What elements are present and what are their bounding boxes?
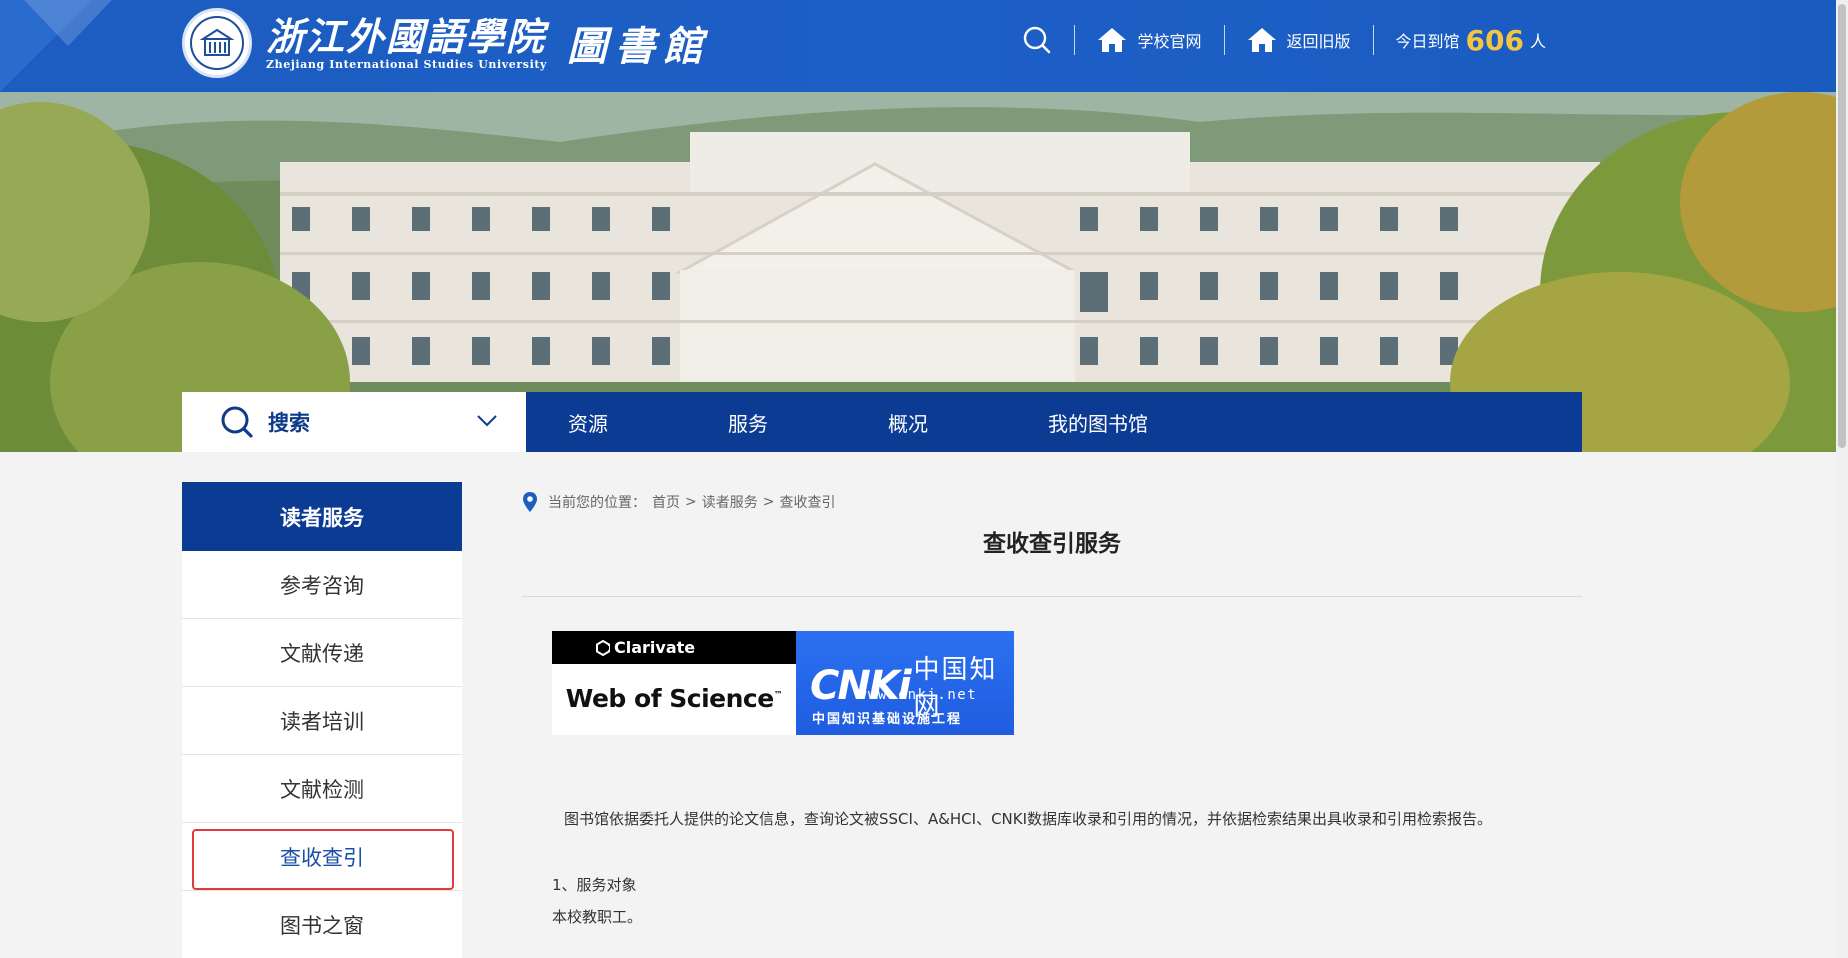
breadcrumb: 当前您的位置： 首页 > 读者服务 > 查收查引 <box>522 482 1582 522</box>
main-nav: 搜索 资源 服务 概况 我的图书馆 <box>182 392 1582 452</box>
old-version-label: 返回旧版 <box>1286 32 1351 51</box>
nav-item-my-library[interactable]: 我的图书馆 <box>1048 408 1148 437</box>
sidebar-item-label: 图书之窗 <box>280 913 364 938</box>
sidebar-item-label: 文献检测 <box>280 777 364 802</box>
cnki-subtitle: 中国知识基础设施工程 <box>812 712 963 727</box>
breadcrumb-prefix: 当前您的位置： <box>548 495 646 511</box>
cnki-url: www.cnki.net <box>858 687 978 703</box>
breadcrumb-separator: > <box>685 494 697 510</box>
location-pin-icon <box>523 492 537 512</box>
intro-paragraph: 图书馆依据委托人提供的论文信息，查询论文被SSCI、A&HCI、CNKI数据库收… <box>564 810 1493 828</box>
divider <box>522 596 1582 597</box>
library-title: 圖書館 <box>567 23 712 70</box>
header-decoration <box>24 0 112 46</box>
site-header: 浙江外國語學院 Zhejiang International Studies U… <box>0 0 1836 92</box>
breadcrumb-home[interactable]: 首页 <box>652 492 680 512</box>
school-website-label: 学校官网 <box>1137 32 1202 51</box>
page-title: 查收查引服务 <box>983 531 1121 557</box>
nav-search-dropdown[interactable]: 搜索 <box>182 392 526 452</box>
breadcrumb-separator: > <box>762 494 775 510</box>
sidebar-item-label: 参考咨询 <box>280 573 364 598</box>
nav-item-resources[interactable]: 资源 <box>568 408 608 437</box>
school-name-en: Zhejiang International Studies Universit… <box>266 58 548 71</box>
sidebar: 读者服务 参考咨询 文献传递 读者培训 文献检测 查收查引 图书之窗 <box>182 482 462 958</box>
sidebar-item-label: 文献传递 <box>280 641 364 666</box>
main-content: 当前您的位置： 首页 > 读者服务 > 查收查引 查收查引服务 Clarivat… <box>522 482 1582 926</box>
page: 浙江外國語學院 Zhejiang International Studies U… <box>0 0 1848 958</box>
nav-item-services[interactable]: 服务 <box>728 408 768 437</box>
sidebar-item-book-window[interactable]: 图书之窗 <box>182 891 462 958</box>
sidebar-item-document-check[interactable]: 文献检测 <box>182 755 462 823</box>
home-icon <box>1247 26 1287 54</box>
nav-search-label: 搜索 <box>268 411 310 435</box>
search-icon <box>1024 26 1051 54</box>
header-search-button[interactable] <box>1000 22 1074 58</box>
nav-item-overview[interactable]: 概况 <box>888 408 928 437</box>
database-banner-image: Clarivate Web of Science™ CNKi 中国知网 www.… <box>552 631 1014 735</box>
section-heading: 1、服务对象 <box>552 876 637 894</box>
search-icon <box>221 406 253 438</box>
sidebar-item-reference-consulting[interactable]: 参考咨询 <box>182 551 462 619</box>
university-seal-icon <box>182 8 252 78</box>
school-website-link[interactable]: 学校官网 <box>1075 22 1223 58</box>
sidebar-item-label: 读者培训 <box>280 709 364 734</box>
sidebar-item-citation-search[interactable]: 查收查引 <box>182 823 462 891</box>
site-logo[interactable]: 浙江外國語學院 Zhejiang International Studies U… <box>182 8 711 78</box>
chevron-down-icon <box>477 415 497 427</box>
breadcrumb-reader-services[interactable]: 读者服务 <box>702 492 758 512</box>
section-body: 本校教职工。 <box>552 908 643 926</box>
scrollbar-thumb[interactable] <box>1838 4 1846 448</box>
clarivate-label: Clarivate <box>614 638 696 657</box>
sidebar-item-reader-training[interactable]: 读者培训 <box>182 687 462 755</box>
school-name-cn: 浙江外國語學院 <box>266 14 547 59</box>
wos-trademark: ™ <box>773 690 783 701</box>
sidebar-title: 读者服务 <box>182 482 462 551</box>
sidebar-item-label: 查收查引 <box>280 845 364 870</box>
sidebar-item-document-delivery[interactable]: 文献传递 <box>182 619 462 687</box>
web-of-science-logo: Clarivate Web of Science™ <box>552 631 796 735</box>
visit-suffix: 人 <box>1529 32 1546 51</box>
breadcrumb-current[interactable]: 查收查引 <box>779 492 835 512</box>
header-links: 学校官网 返回旧版 今日到馆 606 人 <box>1000 22 1568 58</box>
cnki-logo: CNKi 中国知网 www.cnki.net 中国知识基础设施工程 <box>796 631 1014 735</box>
nav-menu: 资源 服务 概况 我的图书馆 <box>526 392 1582 452</box>
page-scrollbar[interactable] <box>1836 0 1848 958</box>
visit-count: 606 <box>1465 23 1524 57</box>
wos-label: Web of Science <box>565 684 774 713</box>
visit-prefix: 今日到馆 <box>1395 32 1460 51</box>
clarivate-icon <box>596 639 610 656</box>
old-version-link[interactable]: 返回旧版 <box>1225 22 1373 58</box>
home-icon <box>1097 26 1137 54</box>
visit-counter: 今日到馆 606 人 <box>1374 22 1568 58</box>
